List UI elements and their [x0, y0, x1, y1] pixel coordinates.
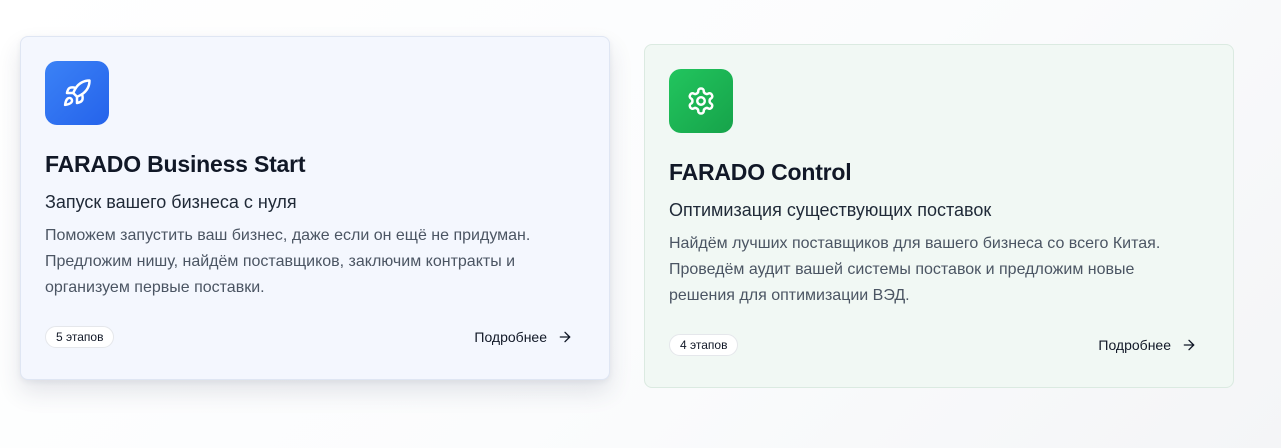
more-link[interactable]: Подробнее	[474, 329, 573, 345]
card-subtitle: Оптимизация существующих поставок	[669, 200, 992, 220]
gear-icon	[688, 87, 714, 115]
more-link[interactable]: Подробнее	[1098, 337, 1197, 353]
more-link-label: Подробнее	[1098, 337, 1171, 353]
rocket-icon-container	[45, 61, 109, 125]
card-description: Найдём лучших поставщиков для вашего биз…	[669, 235, 1161, 304]
service-card-control[interactable]: FARADO Control Оптимизация существующих …	[644, 44, 1234, 388]
card-title: FARADO Control	[669, 159, 852, 185]
arrow-right-icon	[559, 331, 571, 343]
more-link-label: Подробнее	[474, 329, 547, 345]
gear-icon-container	[669, 69, 733, 133]
card-footer: 5 этапов Подробнее	[45, 326, 573, 348]
card-title: FARADO Business Start	[45, 151, 306, 177]
card-footer: 4 этапов Подробнее	[669, 334, 1197, 356]
stages-badge: 4 этапов	[669, 334, 739, 356]
service-card-business-start[interactable]: FARADO Business Start Запуск вашего бизн…	[20, 36, 610, 380]
card-description: Поможем запустить ваш бизнес, даже если …	[45, 227, 531, 296]
rocket-icon	[63, 79, 91, 107]
card-subtitle: Запуск вашего бизнеса с нуля	[45, 192, 297, 212]
stages-badge: 5 этапов	[45, 326, 115, 348]
arrow-right-icon	[1183, 339, 1195, 351]
